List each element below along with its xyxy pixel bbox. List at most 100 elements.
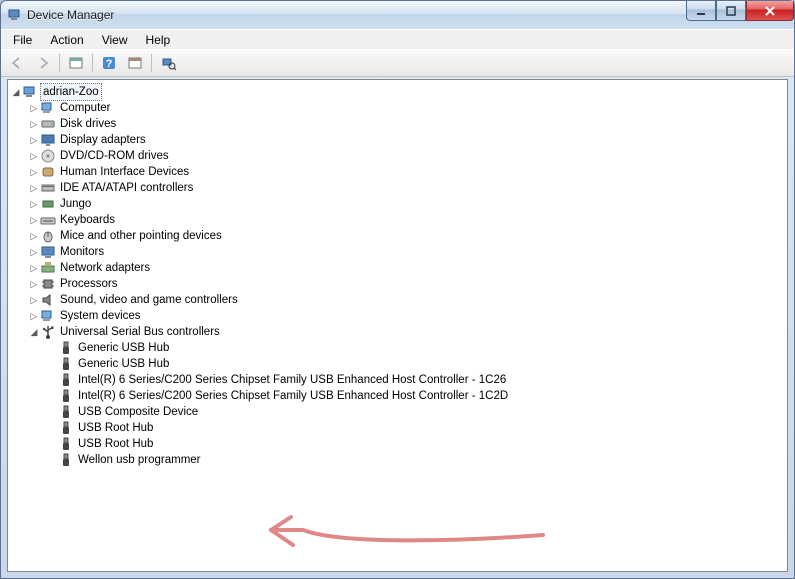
expander-icon[interactable]: ▷ [28, 148, 40, 164]
expander-icon[interactable]: ▷ [28, 292, 40, 308]
usb-device-icon [58, 356, 74, 372]
usb-device-icon [58, 452, 74, 468]
forward-button[interactable] [31, 51, 55, 75]
close-button[interactable] [746, 1, 794, 21]
tree-device-node[interactable]: USB Root Hub [10, 420, 785, 436]
annotation-arrow [263, 505, 563, 555]
help-button[interactable]: ? [97, 51, 121, 75]
app-icon [7, 7, 23, 23]
maximize-button[interactable] [716, 1, 746, 21]
jungo-icon [40, 196, 56, 212]
tree-category-node[interactable]: ▷Monitors [10, 244, 785, 260]
tree-category-node[interactable]: ▷System devices [10, 308, 785, 324]
tree-root-label: adrian-Zoo [40, 83, 102, 101]
monitor-icon [40, 244, 56, 260]
tree-category-node[interactable]: ▷ DVD/CD-ROM drives [10, 148, 785, 164]
expander-icon[interactable]: ▷ [28, 308, 40, 324]
toolbar-separator [92, 54, 93, 72]
expander-icon[interactable]: ▷ [28, 276, 40, 292]
expander-icon[interactable]: ▷ [28, 196, 40, 212]
usb-device-icon [58, 340, 74, 356]
tree-device-node[interactable]: USB Composite Device [10, 404, 785, 420]
expander-icon[interactable]: ▷ [28, 260, 40, 276]
expander-icon[interactable]: ▷ [28, 228, 40, 244]
toolbar-separator [151, 54, 152, 72]
expander-icon[interactable]: ▷ [28, 180, 40, 196]
usb-device-icon [58, 372, 74, 388]
tree-device-node[interactable]: Intel(R) 6 Series/C200 Series Chipset Fa… [10, 372, 785, 388]
menu-file[interactable]: File [5, 31, 40, 49]
tree-device-node[interactable]: Intel(R) 6 Series/C200 Series Chipset Fa… [10, 388, 785, 404]
tree-pane[interactable]: ◢adrian-Zoo▷Computer▷Disk drives▷Display… [7, 79, 788, 572]
window-controls [686, 1, 794, 21]
tree-root-node[interactable]: ◢ adrian-Zoo [10, 84, 785, 100]
tree-category-label: DVD/CD-ROM drives [58, 148, 171, 164]
toolbar-separator [59, 54, 60, 72]
tree-category-node[interactable]: ▷ Computer [10, 100, 785, 116]
mouse-icon [40, 228, 56, 244]
tree-category-node[interactable]: ▷ IDE ATA/ATAPI controllers [10, 180, 785, 196]
tree-category-label: Disk drives [58, 116, 118, 132]
tree-category-node[interactable]: ▷Display adapters [10, 132, 785, 148]
usb-device-icon [58, 404, 74, 420]
expander-spacer [46, 356, 58, 372]
tree-device-label: Generic USB Hub [76, 356, 171, 372]
tree-category-node[interactable]: ▷Mice and other pointing devices [10, 228, 785, 244]
expander-icon[interactable]: ▷ [28, 164, 40, 180]
tree-category-node[interactable]: ▷Jungo [10, 196, 785, 212]
tree-category-node[interactable]: ▷ Keyboards [10, 212, 785, 228]
titlebar[interactable]: Device Manager [1, 1, 794, 29]
svg-text:?: ? [106, 58, 113, 70]
expander-spacer [46, 340, 58, 356]
tree-category-node[interactable]: ◢ Universal Serial Bus controllers [10, 324, 785, 340]
expander-icon[interactable]: ◢ [10, 84, 22, 100]
tree-category-label: Network adapters [58, 260, 152, 276]
expander-icon[interactable]: ◢ [28, 324, 40, 340]
tree-device-node[interactable]: Wellon usb programmer [10, 452, 785, 468]
expander-spacer [46, 436, 58, 452]
sound-icon [40, 292, 56, 308]
expander-icon[interactable]: ▷ [28, 212, 40, 228]
menu-help[interactable]: Help [138, 31, 179, 49]
tree-category-label: Keyboards [58, 212, 117, 228]
expander-icon[interactable]: ▷ [28, 244, 40, 260]
tree-category-node[interactable]: ▷ Human Interface Devices [10, 164, 785, 180]
tree-category-node[interactable]: ▷ Disk drives [10, 116, 785, 132]
tree-device-node[interactable]: Generic USB Hub [10, 340, 785, 356]
expander-spacer [46, 388, 58, 404]
device-tree: ◢adrian-Zoo▷Computer▷Disk drives▷Display… [8, 80, 787, 472]
menu-action[interactable]: Action [42, 31, 91, 49]
usb-device-icon [58, 420, 74, 436]
tree-category-node[interactable]: ▷ Network adapters [10, 260, 785, 276]
tree-category-node[interactable]: ▷ Sound, video and game controllers [10, 292, 785, 308]
device-manager-window: Device Manager File Action View Help [0, 0, 795, 579]
expander-spacer [46, 420, 58, 436]
usb-device-icon [58, 436, 74, 452]
tree-device-node[interactable]: USB Root Hub [10, 436, 785, 452]
tree-category-label: Computer [58, 100, 113, 116]
tree-category-label: Sound, video and game controllers [58, 292, 240, 308]
show-hidden-button[interactable] [64, 51, 88, 75]
tree-category-label: Human Interface Devices [58, 164, 191, 180]
tree-device-label: Intel(R) 6 Series/C200 Series Chipset Fa… [76, 388, 510, 404]
tree-category-label: Universal Serial Bus controllers [58, 324, 222, 340]
expander-icon[interactable]: ▷ [28, 100, 40, 116]
minimize-button[interactable] [686, 1, 716, 21]
hid-icon [40, 164, 56, 180]
expander-spacer [46, 404, 58, 420]
window-title: Device Manager [27, 8, 114, 22]
expander-icon[interactable]: ▷ [28, 116, 40, 132]
tree-device-label: Intel(R) 6 Series/C200 Series Chipset Fa… [76, 372, 508, 388]
tree-category-label: IDE ATA/ATAPI controllers [58, 180, 195, 196]
menu-view[interactable]: View [94, 31, 136, 49]
tree-device-label: Generic USB Hub [76, 340, 171, 356]
dvd-icon [40, 148, 56, 164]
scan-hardware-button[interactable] [156, 51, 180, 75]
tree-category-node[interactable]: ▷ Processors [10, 276, 785, 292]
tree-category-label: Processors [58, 276, 120, 292]
tree-device-node[interactable]: Generic USB Hub [10, 356, 785, 372]
expander-icon[interactable]: ▷ [28, 132, 40, 148]
back-button[interactable] [5, 51, 29, 75]
tree-device-label: Wellon usb programmer [76, 452, 203, 468]
properties-button[interactable] [123, 51, 147, 75]
